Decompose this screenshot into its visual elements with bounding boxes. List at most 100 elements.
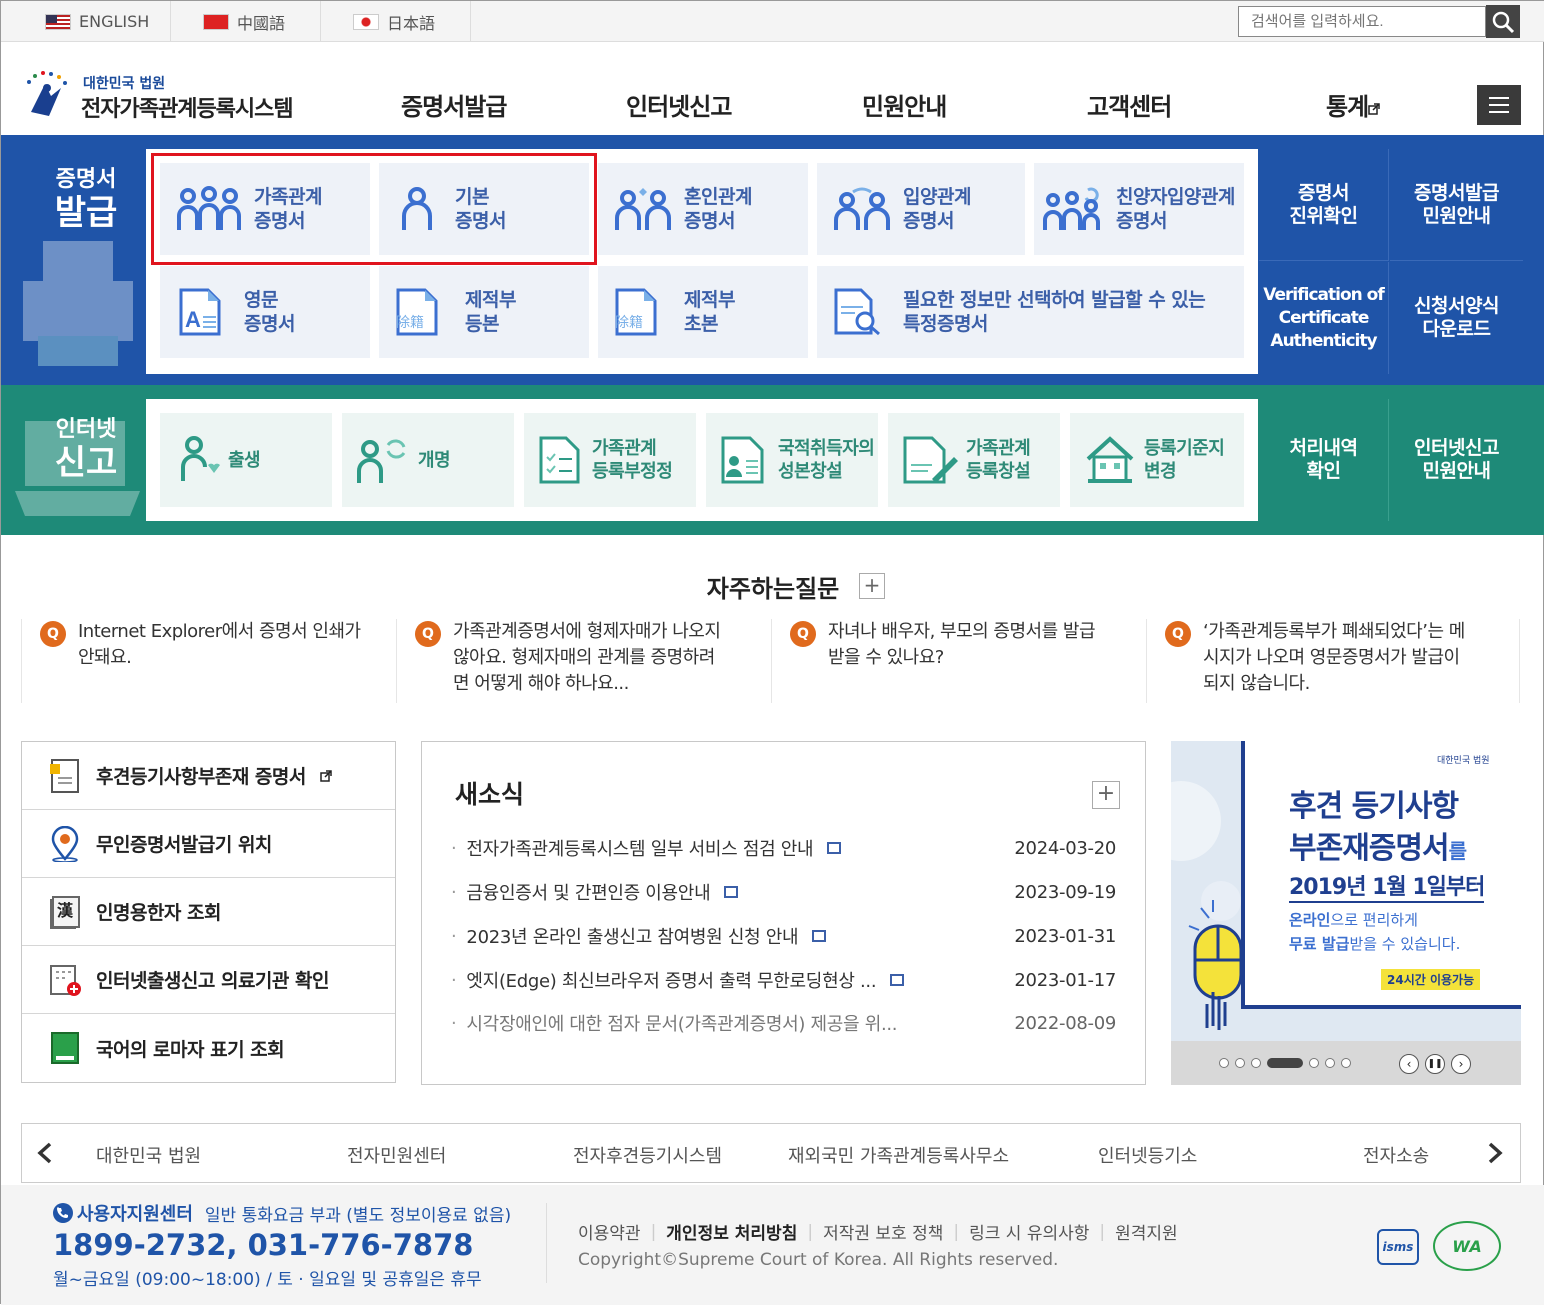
mouse-click-icon: [1188, 900, 1243, 1030]
card-label-1: 친양자입양관계: [1116, 186, 1235, 208]
lang-english[interactable]: ENGLISH: [1, 1, 171, 42]
news-item[interactable]: · 시각장애인에 대한 점자 문서(가족관계증명서) 제공을 위... 2022-0…: [451, 1008, 1116, 1038]
news-item[interactable]: · 엣지(Edge) 최신브라우저 증명서 출력 무한로딩현상 ... 2023-0…: [451, 965, 1116, 995]
china-flag-icon: [203, 13, 229, 30]
faq-line-2: 시지가 나오며 영문증명서가 발급이: [1203, 647, 1460, 668]
banner-line-4: 온라인으로 편리하게: [1289, 909, 1418, 930]
copyright-policy-link[interactable]: 저작권 보호 정책: [823, 1219, 943, 1244]
privacy-policy-link[interactable]: 개인정보 처리방침: [666, 1219, 797, 1244]
faq-item[interactable]: Q Internet Explorer에서 증명서 인쇄가 안돼요.: [21, 619, 395, 703]
card-specific-cert[interactable]: 필요한 정보만 선택하여 발급할 수 있는 특정증명서: [817, 266, 1244, 358]
card-removed-register-extract[interactable]: 除籍 제적부 초본: [598, 266, 808, 358]
banner-line-2-suffix: 를: [1448, 839, 1467, 863]
page-dot-icon[interactable]: [1341, 1058, 1351, 1068]
site-link[interactable]: 인터넷등기소: [1098, 1142, 1197, 1168]
report-civil-guide-button[interactable]: 인터넷신고 민원안내: [1390, 399, 1523, 521]
gnb-statistics[interactable]: 통계: [1326, 87, 1380, 122]
process-history-button[interactable]: 처리내역 확인: [1259, 399, 1389, 521]
news-more-button[interactable]: +: [1092, 781, 1120, 809]
news-item-title: 금융인증서 및 간편인증 이용안내: [466, 883, 711, 904]
button-label-1: 증명서: [1298, 181, 1349, 204]
logo-title[interactable]: 전자가족관계등록시스템: [81, 91, 294, 123]
site-link[interactable]: 전자소송: [1363, 1142, 1429, 1168]
card-birth-report[interactable]: 출생: [160, 413, 332, 507]
full-adoption-icon: [1043, 187, 1100, 230]
link-notice-link[interactable]: 링크 시 유의사항: [969, 1219, 1089, 1244]
page-dot-icon[interactable]: [1325, 1058, 1335, 1068]
support-hours: 월~금요일 (09:00~18:00) / 토 · 일요일 및 공휴일은 휴무: [53, 1270, 482, 1290]
card-name-change[interactable]: 개명: [342, 413, 514, 507]
removed-register-extract-icon: 除籍: [615, 288, 657, 336]
faq-item[interactable]: Q 자녀나 배우자, 부모의 증명서를 발급 받을 수 있나요?: [771, 619, 1145, 703]
document-icon: [890, 974, 905, 986]
page-dot-icon[interactable]: [1219, 1058, 1229, 1068]
lang-japanese[interactable]: 日本語: [321, 1, 471, 42]
search-button[interactable]: [1486, 5, 1520, 38]
gnb-civil-guide[interactable]: 민원안내: [862, 87, 947, 122]
card-adoption-cert[interactable]: 입양관계 증명서: [817, 163, 1025, 255]
card-label-1: 제적부: [684, 289, 735, 311]
card-removed-register-copy[interactable]: 除籍 제적부 등본: [379, 266, 589, 358]
cert-civil-guide-button[interactable]: 증명서발급 민원안내: [1390, 149, 1523, 261]
gnb-internet-report[interactable]: 인터넷신고: [626, 87, 732, 122]
menu-button[interactable]: [1477, 85, 1521, 125]
quick-link-birth-hospital[interactable]: 인터넷출생신고 의료기관 확인: [22, 946, 395, 1014]
card-register-correction[interactable]: 가족관계 등록부정정: [524, 413, 696, 507]
gnb-certificate[interactable]: 증명서발급: [401, 87, 507, 122]
search-input[interactable]: [1238, 6, 1486, 37]
banner-pagination[interactable]: [1219, 1058, 1351, 1068]
faq-line-1: 가족관계증명서에 형제자매가 나오지: [453, 621, 721, 642]
card-english-cert[interactable]: A 영문 증명서: [160, 266, 370, 358]
quick-link-name-hanja[interactable]: 漢 인명용한자 조회: [22, 878, 395, 946]
quick-link-romanization[interactable]: 국어의 로마자 표기 조회: [22, 1014, 395, 1082]
quick-link-label: 무인증명서발급기 위치: [96, 834, 272, 856]
chevron-right-icon[interactable]: [1485, 1141, 1505, 1165]
report-side-small: 인터넷: [55, 417, 117, 442]
faq-more-button[interactable]: +: [859, 573, 885, 599]
adoption-icon: [834, 187, 890, 230]
news-item-title: 2023년 온라인 출생신고 참여병원 신청 안내: [466, 927, 799, 948]
page-dot-icon[interactable]: [1235, 1058, 1245, 1068]
page-dot-icon[interactable]: [1251, 1058, 1261, 1068]
banner-line-2: 부존재증명서를: [1289, 823, 1467, 867]
quick-link-kiosk-location[interactable]: 무인증명서발급기 위치: [22, 810, 395, 878]
card-naturalization-surname[interactable]: 국적취득자의 성본창설: [706, 413, 878, 507]
prev-icon[interactable]: ‹: [1399, 1054, 1419, 1074]
card-marriage-cert[interactable]: 혼인관계 증명서: [598, 163, 808, 255]
wa-badge-label: WA: [1452, 1236, 1482, 1256]
page-dot-active-icon[interactable]: [1267, 1058, 1303, 1068]
terms-link[interactable]: 이용약관: [578, 1219, 641, 1244]
site-link[interactable]: 재외국민 가족관계등록사무소: [788, 1142, 1009, 1168]
highlight-box: [151, 153, 597, 265]
news-item[interactable]: · 금융인증서 및 간편인증 이용안내 2023-09-19: [451, 877, 1116, 907]
lang-japanese-label: 日本語: [387, 13, 436, 33]
news-item[interactable]: · 2023년 온라인 출생신고 참여병원 신청 안내 2023-01-31: [451, 921, 1116, 951]
site-link[interactable]: 전자민원센터: [347, 1142, 446, 1168]
faq-item[interactable]: Q ‘가족관계등록부가 폐쇄되었다’는 메 시지가 나오며 영문증명서가 발급이 되지…: [1146, 619, 1520, 703]
next-icon[interactable]: ›: [1451, 1054, 1471, 1074]
page-dot-icon[interactable]: [1309, 1058, 1319, 1068]
svg-text:除籍: 除籍: [396, 314, 424, 331]
quick-link-guardianship-cert[interactable]: 후견등기사항부존재 증명서: [22, 742, 395, 810]
gnb-customer-center[interactable]: 고객센터: [1087, 87, 1172, 122]
cert-verification-button[interactable]: 증명서 진위확인: [1259, 149, 1389, 261]
faq-line-1: Internet Explorer에서 증명서 인쇄가: [78, 621, 361, 642]
form-download-button[interactable]: 신청서양식 다운로드: [1390, 262, 1523, 374]
court-logo-icon[interactable]: [21, 68, 73, 120]
card-base-place-change[interactable]: 등록기준지 변경: [1070, 413, 1244, 507]
news-item[interactable]: · 전자가족관계등록시스템 일부 서비스 점검 안내 2024-03-20: [451, 833, 1116, 863]
verification-of-certificate-button[interactable]: Verification of Certificate Authenticity: [1259, 262, 1389, 374]
card-label-2: 증명서: [1116, 210, 1167, 232]
button-label-2: 진위확인: [1289, 204, 1358, 227]
card-register-creation[interactable]: 가족관계 등록창설: [888, 413, 1060, 507]
chevron-left-icon[interactable]: [35, 1141, 55, 1165]
remote-support-link[interactable]: 원격지원: [1115, 1219, 1178, 1244]
card-full-adoption-cert[interactable]: 친양자입양관계 증명서: [1034, 163, 1244, 255]
card-label-2: 성본창설: [778, 461, 843, 482]
faq-item[interactable]: Q 가족관계증명서에 형제자매가 나오지 않아요. 형제자매의 관계를 증명하려 면 …: [396, 619, 770, 703]
house-icon: [1086, 436, 1134, 483]
lang-chinese[interactable]: 中國語: [171, 1, 321, 42]
site-link[interactable]: 대한민국 법원: [96, 1142, 201, 1168]
site-link[interactable]: 전자후견등기시스템: [573, 1142, 722, 1168]
pause-icon[interactable]: ❚❚: [1425, 1054, 1445, 1074]
